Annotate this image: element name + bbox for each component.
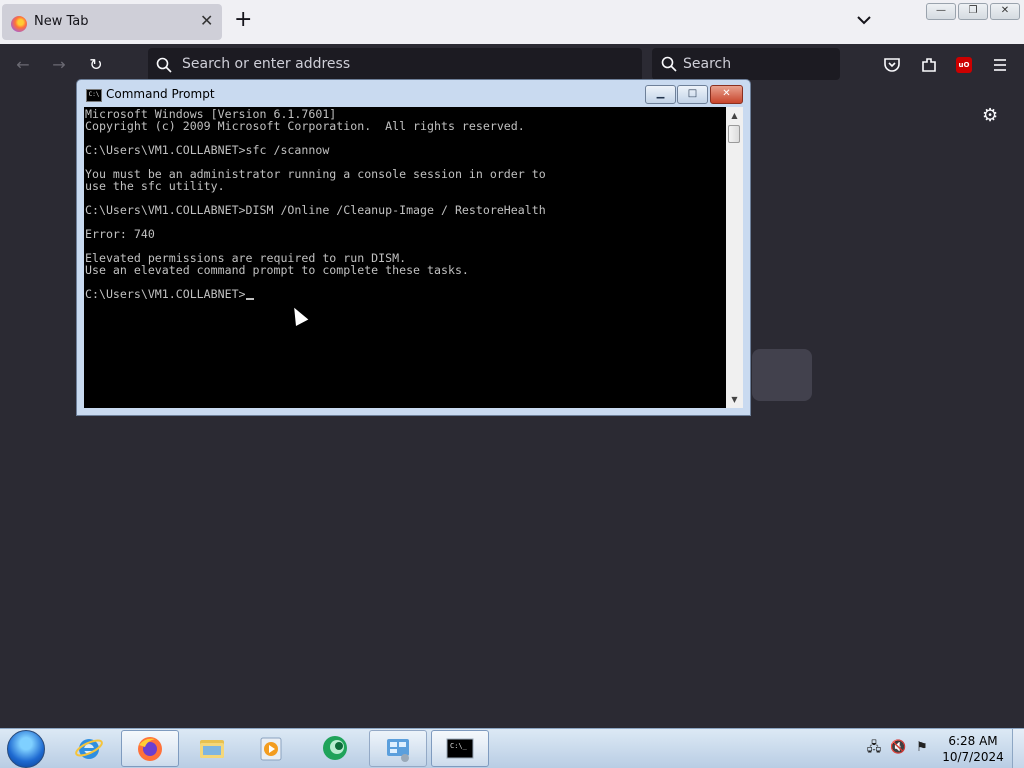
system-clock[interactable]: 6:28 AM 10/7/2024 — [938, 733, 1008, 765]
taskbar-firefox[interactable] — [121, 730, 179, 767]
vertical-scrollbar[interactable]: ▲ ▼ — [726, 107, 743, 408]
search-bar-placeholder: Search — [683, 56, 732, 72]
firefox-icon — [11, 16, 27, 32]
search-icon — [156, 57, 172, 73]
console-output[interactable]: Microsoft Windows [Version 6.1.7601] Cop… — [84, 107, 726, 408]
action-center-flag-icon[interactable]: ⚑ — [914, 740, 930, 756]
svg-text:C:\_: C:\_ — [450, 742, 468, 750]
new-tab-button[interactable]: + — [234, 8, 252, 32]
close-tab-icon[interactable]: ✕ — [200, 11, 213, 30]
scroll-up-arrow-icon[interactable]: ▲ — [726, 107, 743, 124]
browser-tab-strip: New Tab ✕ + — ❐ ✕ — [0, 0, 1024, 44]
taskbar-internet-explorer[interactable] — [61, 730, 119, 767]
command-prompt-icon: C:\_ — [446, 738, 474, 759]
restore-button[interactable]: ❐ — [958, 3, 988, 20]
console-text: Microsoft Windows [Version 6.1.7601] Cop… — [84, 107, 726, 300]
console-line: Error: 740 — [85, 227, 155, 241]
clock-date: 10/7/2024 — [942, 750, 1004, 764]
media-player-icon — [260, 737, 282, 761]
taskbar-command-prompt[interactable]: C:\_ — [431, 730, 489, 767]
console-line: use the sfc utility. — [85, 179, 225, 193]
cmd-app-icon: C:\ — [86, 89, 102, 102]
address-bar[interactable]: Search or enter address — [148, 48, 642, 82]
console-line: Use an elevated command prompt to comple… — [85, 263, 469, 277]
search-icon — [661, 56, 677, 72]
cmd-maximize-button[interactable]: □ — [677, 85, 708, 104]
internet-explorer-icon — [75, 739, 103, 759]
network-icon[interactable]: 🖧 — [866, 740, 882, 756]
chevron-down-icon[interactable] — [856, 12, 872, 28]
taskbar-control-panel[interactable] — [369, 730, 427, 767]
forward-arrow-icon[interactable]: → — [50, 56, 68, 74]
search-bar[interactable]: Search — [652, 48, 840, 80]
cmd-minimize-button[interactable]: ▁ — [645, 85, 676, 104]
clock-time: 6:28 AM — [948, 734, 998, 748]
minimize-button[interactable]: — — [926, 3, 956, 20]
cmd-close-button[interactable]: ✕ — [710, 85, 743, 104]
text-cursor — [245, 298, 254, 300]
close-window-button[interactable]: ✕ — [990, 3, 1020, 20]
hamburger-menu-icon[interactable] — [992, 57, 1008, 73]
command-prompt-window: C:\ Command Prompt ▁ □ ✕ Microsoft Windo… — [76, 79, 751, 416]
folder-icon — [200, 740, 224, 758]
command-prompt-titlebar[interactable]: C:\ Command Prompt ▁ □ ✕ — [77, 80, 750, 108]
taskbar-green-app[interactable] — [307, 730, 365, 767]
firefox-icon — [138, 737, 162, 761]
taskbar: C:\_ 🖧 🔇 ⚑ 6:28 AM 10/7/2024 — [0, 728, 1024, 768]
green-app-icon — [323, 736, 347, 760]
show-desktop-button[interactable] — [1012, 729, 1024, 768]
control-panel-icon — [387, 739, 409, 762]
gear-icon[interactable]: ⚙ — [982, 105, 998, 126]
extensions-icon[interactable] — [920, 56, 938, 74]
pocket-icon[interactable] — [883, 56, 901, 74]
address-bar-placeholder: Search or enter address — [182, 56, 351, 72]
back-arrow-icon[interactable]: ← — [14, 56, 32, 74]
taskbar-file-explorer[interactable] — [184, 730, 242, 767]
ublock-origin-icon[interactable]: uO — [956, 57, 972, 73]
tab-new-tab[interactable]: New Tab ✕ — [2, 4, 222, 40]
volume-muted-icon[interactable]: 🔇 — [890, 740, 906, 756]
console-line: C:\Users\VM1.COLLABNET> — [85, 287, 246, 301]
console-line: C:\Users\VM1.COLLABNET>DISM /Online /Cle… — [85, 203, 546, 217]
tab-title: New Tab — [34, 14, 89, 29]
reload-icon[interactable]: ↻ — [87, 56, 105, 74]
taskbar-media-player[interactable] — [244, 730, 302, 767]
shortcut-tile[interactable] — [752, 349, 812, 401]
console-line: Copyright (c) 2009 Microsoft Corporation… — [85, 119, 525, 133]
console-line: C:\Users\VM1.COLLABNET>sfc /scannow — [85, 143, 330, 157]
start-button[interactable] — [7, 730, 45, 768]
window-title: Command Prompt — [106, 87, 215, 101]
scroll-thumb[interactable] — [728, 125, 740, 143]
scroll-down-arrow-icon[interactable]: ▼ — [726, 391, 743, 408]
